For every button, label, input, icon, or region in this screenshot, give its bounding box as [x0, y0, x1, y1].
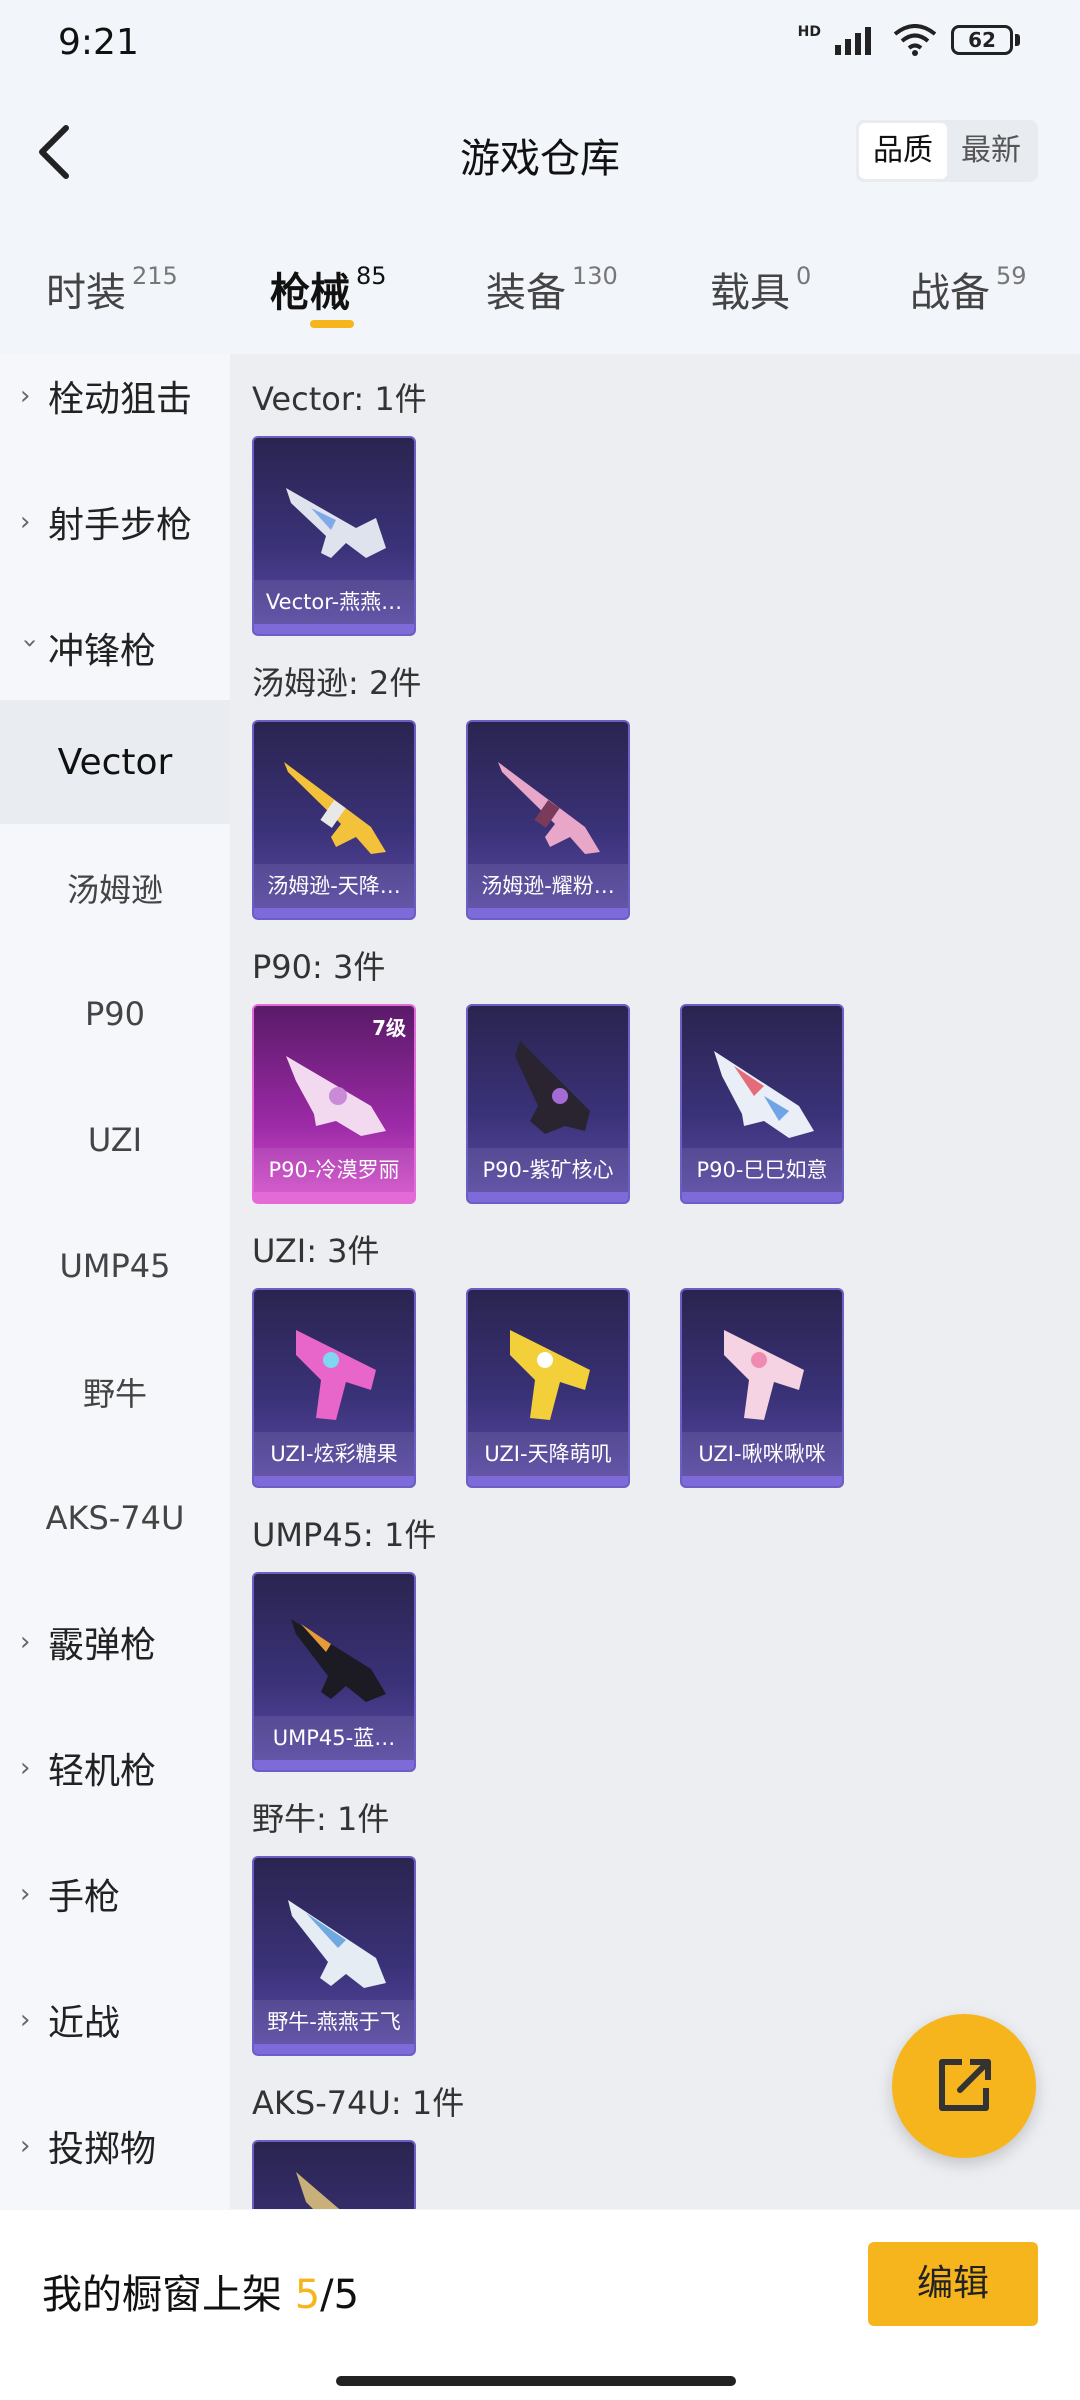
item-card[interactable]: UMP45-蓝… — [252, 1572, 416, 1772]
sidebar-cat-lmg[interactable]: › 轻机枪 — [0, 1726, 230, 1810]
header: 游戏仓库 品质 最新 — [0, 100, 1080, 204]
item-card[interactable]: UZI-天降萌叽 — [466, 1288, 630, 1488]
sort-quality[interactable]: 品质 — [859, 123, 947, 179]
share-button[interactable] — [892, 2014, 1036, 2158]
sort-latest[interactable]: 最新 — [947, 123, 1035, 179]
battery-icon: 62 — [951, 25, 1020, 55]
status-bar: 9:21 HD 62 — [0, 0, 1080, 90]
item-card[interactable]: 汤姆逊-耀粉… — [466, 720, 630, 920]
status-icons: HD 62 — [798, 24, 1020, 56]
active-tab-indicator — [310, 320, 354, 328]
category-tabs: 时装 215 枪械 85 装备 130 载具 0 战备 59 — [0, 250, 1080, 342]
gun-icon — [510, 1330, 590, 1420]
sidebar-sub-vector[interactable]: Vector — [0, 700, 230, 824]
edit-button[interactable]: 编辑 — [868, 2242, 1038, 2326]
status-time: 9:21 — [58, 22, 139, 63]
group-title-thompson: 汤姆逊: 2件 — [252, 664, 422, 702]
sidebar-sub-p90[interactable]: P90 — [0, 952, 230, 1076]
signal-icon — [835, 27, 871, 55]
chevron-right-icon: › — [20, 2131, 31, 2161]
gun-icon — [724, 1330, 804, 1420]
gun-icon — [515, 1041, 590, 1134]
chevron-right-icon: › — [20, 1627, 31, 1657]
gun-icon — [288, 1900, 386, 1988]
sidebar-sub-bison[interactable]: 野牛 — [0, 1330, 230, 1454]
item-card[interactable]: 汤姆逊-天降… — [252, 720, 416, 920]
item-card[interactable]: P90-紫矿核心 — [466, 1004, 630, 1204]
item-card[interactable] — [252, 2140, 416, 2209]
sidebar-cat-bolt-sniper[interactable]: › 栓动狙击 — [0, 354, 230, 438]
sidebar: › 栓动狙击 › 射手步枪 › 冲锋枪 Vector 汤姆逊 P90 UZI U… — [0, 354, 230, 2209]
item-card[interactable]: 7级 P90-冷漠罗丽 — [252, 1004, 416, 1204]
item-card[interactable]: 野牛-燕燕于飞 — [252, 1856, 416, 2056]
sidebar-sub-aks74u[interactable]: AKS-74U — [0, 1456, 230, 1580]
tab-vehicles[interactable]: 载具 0 — [710, 260, 811, 318]
gun-icon — [291, 1619, 386, 1702]
sidebar-sub-thompson[interactable]: 汤姆逊 — [0, 826, 230, 950]
group-title-bison: 野牛: 1件 — [252, 1800, 390, 1838]
item-card[interactable]: UZI-啾咪啾咪 — [680, 1288, 844, 1488]
item-card[interactable]: UZI-炫彩糖果 — [252, 1288, 416, 1488]
group-title-p90: P90: 3件 — [252, 948, 386, 986]
chevron-right-icon: › — [20, 381, 31, 411]
tab-supplies[interactable]: 战备 59 — [910, 260, 1027, 318]
gun-icon — [714, 1051, 814, 1138]
gun-icon — [286, 1056, 386, 1136]
item-grid: Vector: 1件 Vector-燕燕… 汤姆逊: 2件 汤姆逊-天降… 汤姆… — [230, 354, 1080, 2209]
sidebar-cat-throwables[interactable]: › 投掷物 — [0, 2104, 230, 2188]
sidebar-cat-smg[interactable]: › 冲锋枪 — [0, 606, 230, 690]
tab-fashion[interactable]: 时装 215 — [46, 260, 178, 318]
gun-icon — [498, 762, 600, 854]
gun-icon — [286, 488, 386, 558]
hd-icon: HD — [797, 24, 821, 40]
group-title-aks74u: AKS-74U: 1件 — [252, 2084, 465, 2122]
gun-icon — [284, 762, 386, 854]
group-title-ump45: UMP45: 1件 — [252, 1516, 437, 1554]
group-title-vector: Vector: 1件 — [252, 380, 427, 418]
sidebar-cat-marksman[interactable]: › 射手步枪 — [0, 480, 230, 564]
external-link-icon — [939, 2059, 991, 2111]
chevron-right-icon: › — [20, 1879, 31, 1909]
sort-toggle: 品质 最新 — [856, 120, 1038, 182]
gun-icon — [296, 1330, 376, 1420]
chevron-right-icon: › — [20, 507, 31, 537]
item-card[interactable]: Vector-燕燕… — [252, 436, 416, 636]
wifi-icon — [893, 24, 937, 56]
sidebar-cat-pistol[interactable]: › 手枪 — [0, 1852, 230, 1936]
tab-guns[interactable]: 枪械 85 — [270, 260, 387, 318]
group-title-uzi: UZI: 3件 — [252, 1232, 380, 1270]
footer-bar: 我的橱窗上架 5/5 编辑 — [0, 2210, 1080, 2400]
chevron-right-icon: › — [20, 1753, 31, 1783]
sidebar-sub-uzi[interactable]: UZI — [0, 1078, 230, 1202]
sidebar-cat-melee[interactable]: › 近战 — [0, 1978, 230, 2062]
sidebar-cat-shotgun[interactable]: › 霰弹枪 — [0, 1600, 230, 1684]
sidebar-sub-ump45[interactable]: UMP45 — [0, 1204, 230, 1328]
home-indicator — [336, 2376, 736, 2386]
gun-icon — [296, 2172, 340, 2209]
chevron-down-icon: › — [15, 638, 45, 649]
showcase-status: 我的橱窗上架 5/5 — [42, 2272, 360, 2318]
item-card[interactable]: P90-巳巳如意 — [680, 1004, 844, 1204]
chevron-right-icon: › — [20, 2005, 31, 2035]
tab-equipment[interactable]: 装备 130 — [486, 260, 618, 318]
showcase-count: 5 — [294, 2272, 321, 2318]
